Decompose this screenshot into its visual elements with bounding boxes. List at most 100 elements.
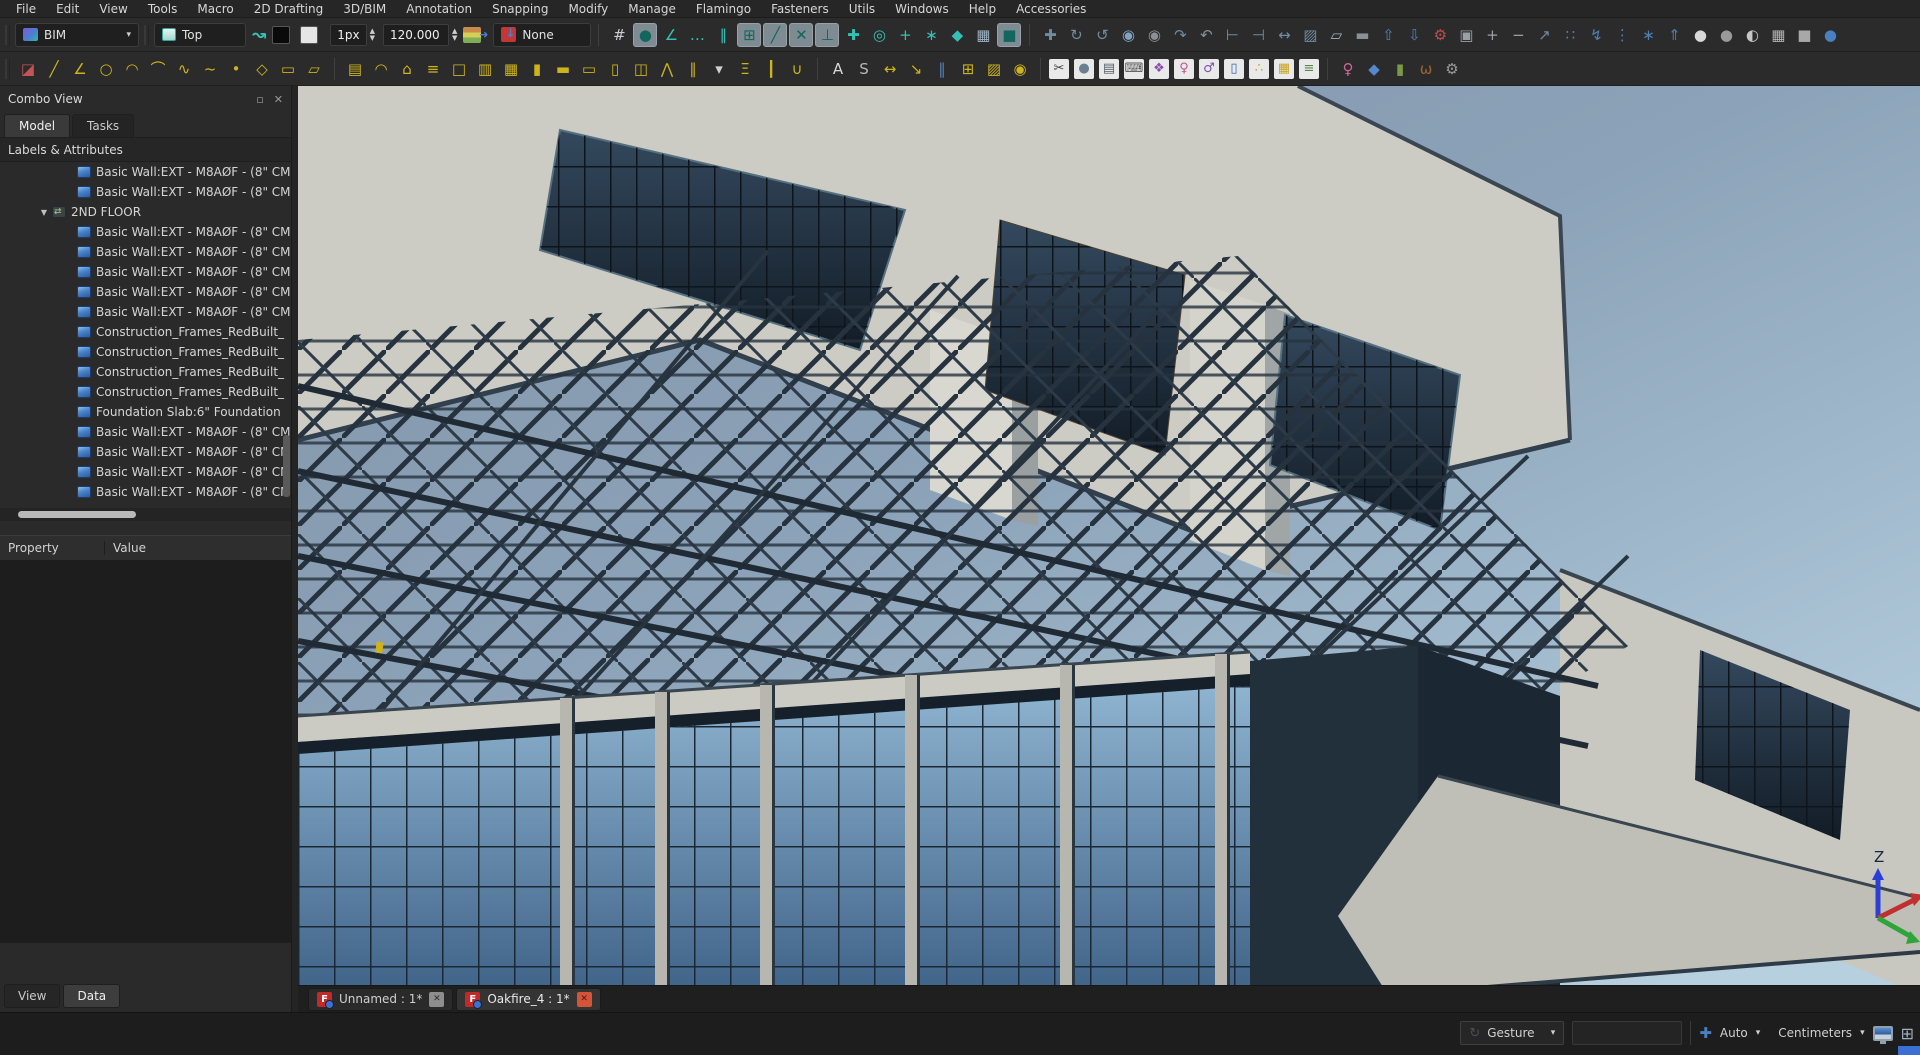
bezier-icon[interactable]: ~: [198, 57, 222, 81]
tree-item[interactable]: Construction_Frames_RedBuilt_: [0, 382, 291, 402]
chevron-down-icon[interactable]: ▾: [1860, 1028, 1865, 1038]
extract-icon[interactable]: ↗: [1532, 23, 1556, 47]
bspline-icon[interactable]: ∿: [172, 57, 196, 81]
text-size-steppers[interactable]: ▲ ▼: [452, 28, 457, 41]
subelement-icon[interactable]: ◉: [1142, 23, 1166, 47]
3d-viewport[interactable]: Z X Y: [298, 86, 1920, 985]
polyline-icon[interactable]: ∠: [68, 57, 92, 81]
offset-icon[interactable]: ↺: [1090, 23, 1114, 47]
rotate-icon[interactable]: ↻: [1064, 23, 1088, 47]
upgrade-icon[interactable]: ⇧: [1376, 23, 1400, 47]
document-tab[interactable]: F Oakfire_4 : 1* ✕: [456, 988, 600, 1011]
stairs-icon[interactable]: Ξ: [733, 57, 757, 81]
menu-item[interactable]: Macro: [187, 0, 243, 18]
menu-item[interactable]: View: [89, 0, 137, 18]
ifc-person-icon[interactable]: ♀: [1336, 57, 1360, 81]
gear-red-icon[interactable]: ⚙: [1428, 23, 1452, 47]
sphere-blue-icon[interactable]: ●: [1818, 23, 1842, 47]
snap-center-icon[interactable]: ◎: [867, 23, 891, 47]
tree-item[interactable]: Basic Wall:EXT - M8AØF - (8" CM: [0, 162, 291, 182]
rebar-icon[interactable]: ∪: [785, 57, 809, 81]
property-table-body[interactable]: [0, 561, 291, 943]
line-icon[interactable]: ╱: [42, 57, 66, 81]
snap-grid-icon[interactable]: ⊞: [737, 23, 761, 47]
tree-item[interactable]: Basic Wall:EXT - M8AØF - (8" CM: [0, 182, 291, 202]
snap-dimensions-icon[interactable]: ∗: [919, 23, 943, 47]
navigation-style-selector[interactable]: ↻ Gesture ▾: [1460, 1021, 1564, 1045]
tree-item[interactable]: Construction_Frames_RedBuilt_: [0, 322, 291, 342]
tool-blue-icon[interactable]: ◆: [1362, 57, 1386, 81]
toolbar-drag-handle[interactable]: [5, 59, 10, 79]
tree-item[interactable]: Construction_Frames_RedBuilt_: [0, 362, 291, 382]
menu-item[interactable]: Help: [959, 0, 1006, 18]
tree-item[interactable]: ▼ 2ND FLOOR: [0, 202, 291, 222]
sphere-light-icon[interactable]: ●: [1688, 23, 1712, 47]
wireframe-box-icon[interactable]: ▦: [1766, 23, 1790, 47]
column-marks-icon[interactable]: ‖: [930, 57, 954, 81]
cylinder-green-icon[interactable]: ▮: [1388, 57, 1412, 81]
grid-toggle-icon[interactable]: #: [607, 23, 631, 47]
menu-item[interactable]: Windows: [885, 0, 959, 18]
workbench-selector[interactable]: BIM ▾: [15, 23, 139, 47]
union-icon[interactable]: +: [1480, 23, 1504, 47]
polygon-icon[interactable]: ◇: [250, 57, 274, 81]
sphere-mixed-icon[interactable]: ◐: [1740, 23, 1764, 47]
chevron-down-icon[interactable]: ▾: [1756, 1028, 1761, 1038]
tree-item[interactable]: Basic Wall:EXT - M8AØF - (8" CM: [0, 442, 291, 462]
menu-item[interactable]: Edit: [46, 0, 89, 18]
document-tab[interactable]: F Unnamed : 1* ✕: [308, 988, 453, 1011]
molecule-icon[interactable]: ∴: [1249, 59, 1269, 79]
column-icon[interactable]: ▮: [525, 57, 549, 81]
display-settings-icon[interactable]: [1873, 1026, 1893, 1041]
wall-icon[interactable]: ▥: [473, 57, 497, 81]
float-panel-button[interactable]: ▫: [256, 93, 263, 106]
value-column-header[interactable]: Value: [105, 541, 154, 555]
cut-icon[interactable]: −: [1506, 23, 1530, 47]
expander-arrow-icon[interactable]: ▼: [36, 208, 52, 217]
toggle-displaymode-icon[interactable]: ◪: [16, 57, 40, 81]
window-icon[interactable]: ◫: [629, 57, 653, 81]
array-icon[interactable]: ∷: [1558, 23, 1582, 47]
close-tab-button[interactable]: ✕: [429, 992, 444, 1007]
tree-item[interactable]: Basic Wall:EXT - M8AØF - (8" CM: [0, 262, 291, 282]
line-width-spinbox[interactable]: 1px: [330, 24, 366, 46]
site-icon[interactable]: ◠: [369, 57, 393, 81]
snap-lock-icon[interactable]: ●: [633, 23, 657, 47]
keyboard-icon[interactable]: ⌨: [1124, 59, 1144, 79]
north-arrow-icon[interactable]: ◉: [1008, 57, 1032, 81]
menu-item[interactable]: Accessories: [1006, 0, 1096, 18]
panel-icon[interactable]: ▤: [1099, 59, 1119, 79]
bom-list-icon[interactable]: ≡: [1299, 59, 1319, 79]
menu-item[interactable]: Tools: [138, 0, 188, 18]
menu-item[interactable]: File: [6, 0, 46, 18]
grid-settings-icon[interactable]: ⊞: [1901, 1024, 1914, 1043]
menu-item[interactable]: 2D Drafting: [244, 0, 334, 18]
point-icon[interactable]: •: [224, 57, 248, 81]
scale-icon[interactable]: ▨: [1298, 23, 1322, 47]
compound-icon[interactable]: ▣: [1454, 23, 1478, 47]
building-icon[interactable]: ⌂: [395, 57, 419, 81]
tree-item[interactable]: Basic Wall:EXT - M8AØF - (8" CM: [0, 222, 291, 242]
curtain-wall-icon[interactable]: ▦: [499, 57, 523, 81]
text-icon[interactable]: A: [826, 57, 850, 81]
snap-endpoint-icon[interactable]: ∠: [659, 23, 683, 47]
slab-icon[interactable]: ▭: [577, 57, 601, 81]
ortho-array-icon[interactable]: ⇑: [1662, 23, 1686, 47]
person-purple-icon[interactable]: ♂: [1199, 59, 1219, 79]
menu-item[interactable]: Utils: [839, 0, 885, 18]
person-pink-icon[interactable]: ♀: [1174, 59, 1194, 79]
property-column-header[interactable]: Property: [0, 541, 105, 555]
snap-perpendicular-icon[interactable]: ⊥: [815, 23, 839, 47]
draft-arc-tool-icon[interactable]: ↝: [252, 25, 266, 45]
tree-item[interactable]: Construction_Frames_RedBuilt_: [0, 342, 291, 362]
tree-item[interactable]: Foundation Slab:6" Foundation: [0, 402, 291, 422]
snap-angle-icon[interactable]: +: [893, 23, 917, 47]
menu-item[interactable]: Fasteners: [761, 0, 839, 18]
flower-icon[interactable]: ❖: [1149, 59, 1169, 79]
trim-icon[interactable]: ↷: [1168, 23, 1192, 47]
shape-view-icon[interactable]: ●: [1074, 59, 1094, 79]
project-icon[interactable]: ▤: [343, 57, 367, 81]
combo-view-tab[interactable]: Model: [4, 114, 70, 137]
level-icon[interactable]: ≡: [421, 57, 445, 81]
tree-item[interactable]: Basic Wall:EXT - M8AØF - (8" CM: [0, 242, 291, 262]
